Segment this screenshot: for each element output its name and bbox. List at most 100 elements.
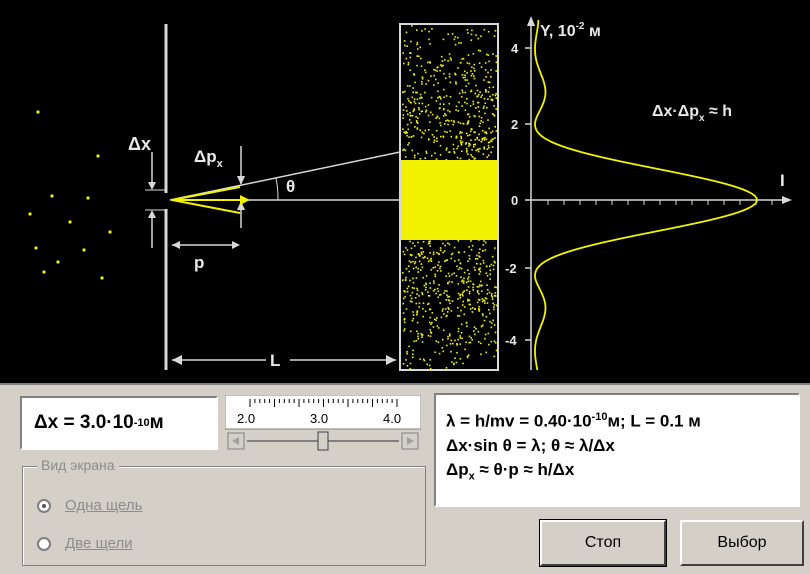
radio-double-slit[interactable]: Две щели (37, 535, 133, 552)
screen-hit (485, 53, 488, 56)
screen-hit (466, 325, 468, 327)
screen-hit (477, 106, 480, 108)
select-button[interactable]: Выбор (680, 520, 804, 566)
screen-hit (445, 195, 448, 198)
screen-hit (439, 154, 442, 156)
screen-hit (425, 286, 427, 289)
screen-hit (435, 340, 438, 342)
screen-hit (465, 224, 467, 227)
radio-single-slit-label: Одна щель (65, 497, 143, 514)
screen-hit (460, 144, 463, 146)
screen-hit (448, 102, 451, 105)
radio-button-checked[interactable] (37, 498, 51, 513)
screen-hit (493, 105, 495, 107)
y-tick-label: 0 (511, 193, 518, 208)
scale-label-3: 3.0 (310, 411, 328, 426)
radio-single-slit[interactable]: Одна щель (37, 497, 142, 514)
screen-hit (408, 119, 411, 121)
screen-hit (485, 241, 487, 244)
screen-hit (441, 60, 444, 62)
screen-hit (485, 218, 488, 220)
screen-hit (471, 311, 474, 313)
screen-hit (446, 294, 448, 297)
screen-hit (460, 332, 463, 334)
screen-hit (480, 116, 483, 119)
screen-hit (477, 101, 480, 104)
screen-hit (490, 326, 493, 329)
screen-hit (414, 262, 416, 265)
screen-hit (458, 162, 461, 165)
p-arrow-left-head (172, 241, 180, 249)
screen-hit (408, 345, 410, 348)
radio-button[interactable] (37, 536, 51, 551)
screen-hit (470, 70, 472, 72)
screen-hit (436, 137, 438, 140)
screen-hit (447, 272, 450, 275)
screen-hit (418, 306, 420, 308)
screen-hit (437, 96, 439, 99)
i-axis-arrow (782, 196, 792, 204)
screen-hit (414, 297, 417, 299)
screen-hit (486, 148, 489, 150)
screen-hit (412, 200, 415, 202)
screen-hit (463, 277, 465, 280)
screen-hit (448, 275, 451, 277)
screen-hit (477, 203, 479, 205)
screen-hit (404, 132, 407, 135)
screen-hit (406, 134, 408, 137)
screen-hit (455, 216, 457, 218)
screen-hit (428, 30, 430, 33)
screen-hit (466, 149, 468, 152)
screen-hit (451, 33, 454, 35)
screen-hit (490, 263, 493, 266)
screen-hit (473, 63, 476, 66)
screen-hit (440, 97, 442, 100)
screen-hit (405, 57, 408, 60)
screen-hit (482, 262, 485, 264)
screen-hit (476, 175, 479, 178)
screen-hit (418, 113, 421, 115)
screen-hit (463, 306, 466, 308)
screen-hit (405, 106, 407, 108)
screen-hit (472, 283, 475, 286)
screen-hit (438, 284, 440, 286)
screen-hit (468, 134, 471, 136)
screen-hit (479, 284, 481, 286)
screen-hit (493, 324, 496, 326)
screen-hit (413, 109, 415, 111)
screen-hit (459, 335, 461, 337)
screen-hit (432, 251, 435, 254)
screen-hit (412, 267, 415, 270)
screen-hit (454, 36, 457, 38)
screen-hit (475, 84, 477, 87)
screen-hit (458, 101, 460, 104)
screen-hit (436, 325, 439, 327)
screen-hit (472, 53, 475, 55)
slider-thumb[interactable] (317, 431, 329, 451)
screen-hit (402, 103, 404, 106)
screen-hit (444, 219, 446, 222)
screen-hit (456, 179, 459, 181)
stop-button[interactable]: Стоп (539, 519, 667, 567)
screen-hit (410, 121, 412, 124)
screen-hit (476, 291, 479, 294)
screen-hit (466, 356, 469, 359)
screen-hit (457, 298, 459, 300)
screen-hit (467, 280, 470, 283)
screen-hit (437, 264, 439, 266)
screen-hit (420, 57, 422, 60)
screen-hit (406, 290, 409, 293)
screen-hit (473, 158, 476, 160)
screen-hit (405, 31, 408, 34)
screen-hit (423, 200, 426, 202)
screen-hit (451, 252, 454, 255)
screen-hit (482, 130, 484, 132)
screen-hit (432, 290, 435, 292)
screen-hit (476, 262, 478, 265)
screen-hit (491, 146, 494, 148)
screen-hit (469, 303, 471, 306)
screen-hit (421, 292, 423, 294)
i-axis-label: I (780, 171, 785, 190)
screen-hit (444, 217, 447, 220)
screen-hit (424, 91, 426, 94)
